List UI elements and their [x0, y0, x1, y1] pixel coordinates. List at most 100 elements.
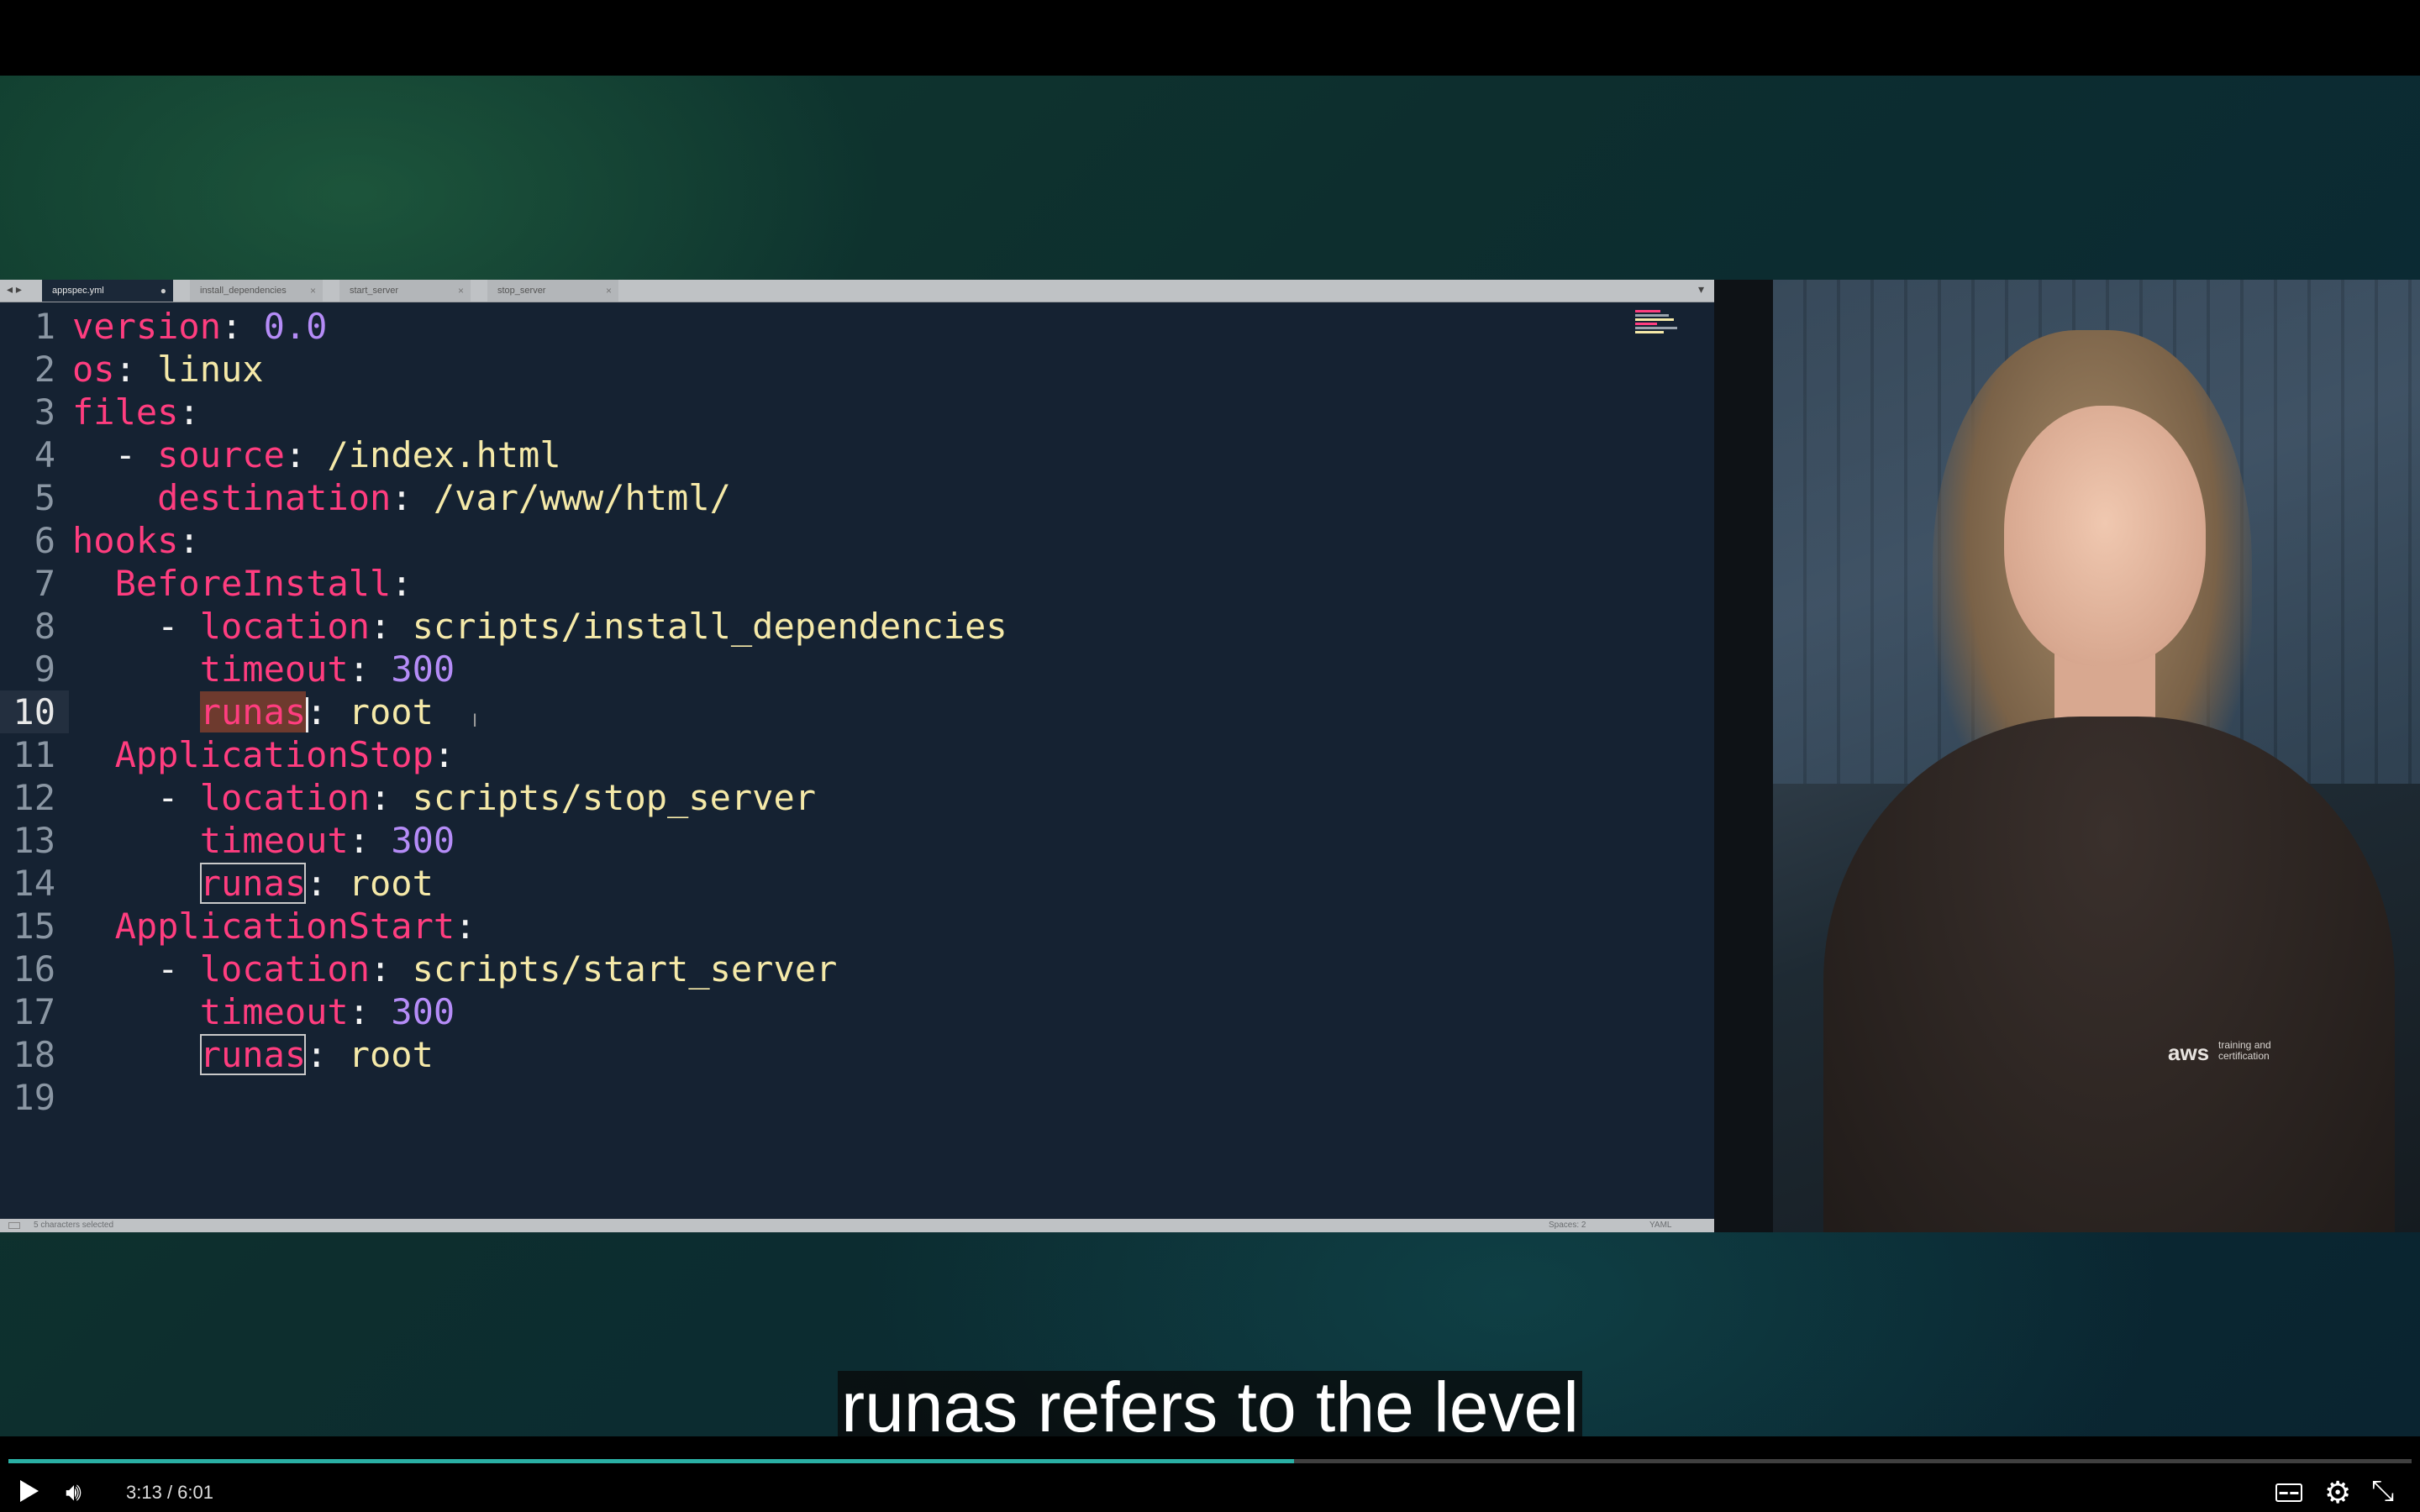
line-number: 6	[34, 520, 55, 561]
code-line[interactable]: 18 runas: root	[0, 1033, 1714, 1076]
line-number: 8	[34, 606, 55, 647]
code-area[interactable]: I 1 version: 0.0 2 os: linux 3 files: 4 - sour…	[0, 302, 1714, 1219]
line-code: timeout: 300	[72, 648, 455, 690]
line-number: 15	[13, 906, 55, 947]
code-token: BeforeInstall	[114, 563, 392, 604]
line-code: version: 0.0	[72, 305, 327, 348]
line-number: 17	[13, 991, 55, 1032]
syntax-mode[interactable]: YAML	[1649, 1219, 1672, 1232]
line-code: - source: /index.html	[72, 433, 561, 476]
code-token: root	[348, 691, 434, 732]
player-controls: 🔊︎ 3:13 / 6:01 ▬ ▬ ⚙ ⤡	[0, 1436, 2420, 1512]
tab-install-dependencies[interactable]: install_dependencies ×	[190, 280, 323, 302]
code-token: :	[391, 563, 413, 604]
line-code: ApplicationStop:	[72, 733, 455, 776]
code-token: scripts/start_server	[412, 948, 838, 990]
shirt-logo: aws	[2168, 1040, 2210, 1065]
code-token: source	[157, 434, 285, 475]
volume-icon[interactable]: 🔊︎	[66, 1478, 82, 1507]
line-code: hooks:	[72, 519, 200, 562]
exit-fullscreen-icon[interactable]: ⤡	[2371, 1475, 2394, 1508]
code-line[interactable]: 15 ApplicationStart:	[0, 905, 1714, 948]
code-token: :	[370, 948, 413, 990]
close-icon[interactable]: ×	[458, 280, 464, 302]
presenter-face	[2004, 406, 2206, 666]
line-code: timeout: 300	[72, 990, 455, 1033]
code-line[interactable]: 5 destination: /var/www/html/	[0, 476, 1714, 519]
line-code: - location: scripts/install_dependencies	[72, 605, 1007, 648]
line-number: 5	[34, 477, 55, 518]
line-number: 11	[13, 734, 55, 775]
code-token: destination	[157, 477, 392, 518]
code-token: :	[348, 820, 392, 861]
code-line[interactable]: 3 files:	[0, 391, 1714, 433]
gear-icon[interactable]: ⚙	[2324, 1475, 2351, 1510]
code-line[interactable]: 11 ApplicationStop:	[0, 733, 1714, 776]
code-line[interactable]: 16 - location: scripts/start_server	[0, 948, 1714, 990]
modified-dot-icon[interactable]: ●	[160, 280, 166, 302]
code-token: ApplicationStop	[114, 734, 434, 775]
code-token: /index.html	[327, 434, 561, 475]
current-time: 3:13	[126, 1482, 162, 1503]
code-token: scripts/stop_server	[412, 777, 817, 818]
closed-captions-icon[interactable]: ▬ ▬	[2275, 1483, 2302, 1502]
code-line[interactable]: 2 os: linux	[0, 348, 1714, 391]
line-number: 18	[13, 1034, 55, 1075]
close-icon[interactable]: ×	[310, 280, 316, 302]
code-token: -	[72, 948, 200, 990]
code-token: timeout	[199, 648, 349, 690]
code-token: linux	[157, 349, 264, 390]
code-token: timeout	[199, 991, 349, 1032]
code-line[interactable]: 4 - source: /index.html	[0, 433, 1714, 476]
subtitle: runas refers to the level	[0, 1371, 2420, 1443]
code-line[interactable]: 14 runas: root	[0, 862, 1714, 905]
indent-setting[interactable]: Spaces: 2	[1549, 1219, 1586, 1232]
code-token: ApplicationStart	[114, 906, 455, 947]
panel-icon[interactable]	[8, 1222, 20, 1229]
code-line[interactable]: 1 version: 0.0	[0, 305, 1714, 348]
play-icon[interactable]	[20, 1480, 39, 1502]
code-line[interactable]: 12 - location: scripts/stop_server	[0, 776, 1714, 819]
code-token: root	[348, 863, 434, 904]
code-token: :	[348, 991, 392, 1032]
subtitle-text: runas refers to the level	[838, 1371, 1582, 1443]
code-line[interactable]: 17 timeout: 300	[0, 990, 1714, 1033]
tab-stop-server[interactable]: stop_server ×	[487, 280, 618, 302]
line-code: BeforeInstall:	[72, 562, 413, 605]
progress-bar[interactable]	[8, 1459, 2412, 1463]
code-token: scripts/install_dependencies	[412, 606, 1007, 647]
tab-start-server[interactable]: start_server ×	[339, 280, 471, 302]
tab-label: stop_server	[497, 286, 546, 296]
time-display: 3:13 / 6:01	[126, 1482, 213, 1504]
code-token: :	[433, 734, 455, 775]
code-line[interactable]: 6 hooks:	[0, 519, 1714, 562]
code-token: os	[72, 349, 115, 390]
code-token: location	[199, 777, 371, 818]
code-line[interactable]: 19	[0, 1076, 1714, 1119]
minimap[interactable]	[1635, 310, 1682, 349]
tab-nav-arrows[interactable]: ◂ ▸	[7, 282, 22, 297]
line-number: 10	[13, 691, 55, 732]
code-token: :	[370, 777, 413, 818]
code-line[interactable]: 13 timeout: 300	[0, 819, 1714, 862]
code-line[interactable]: 10 runas: root	[0, 690, 1714, 733]
code-line[interactable]: 7 BeforeInstall:	[0, 562, 1714, 605]
close-icon[interactable]: ×	[606, 280, 612, 302]
tab-menu-chevron-icon[interactable]: ▾	[1698, 282, 1704, 297]
code-token: location	[199, 606, 371, 647]
code-line[interactable]: 9 timeout: 300	[0, 648, 1714, 690]
background-pillar	[1714, 280, 1773, 1232]
code-token: runas	[199, 1034, 307, 1075]
code-token: /var/www/html/	[433, 477, 731, 518]
tab-label: start_server	[350, 286, 399, 296]
tab-bar: ◂ ▸ appspec.yml ● install_dependencies ×…	[0, 280, 1714, 302]
code-line[interactable]: 8 - location: scripts/install_dependenci…	[0, 605, 1714, 648]
line-number: 19	[13, 1077, 55, 1118]
code-token: :	[306, 691, 349, 732]
tab-appspec[interactable]: appspec.yml ●	[42, 280, 173, 302]
